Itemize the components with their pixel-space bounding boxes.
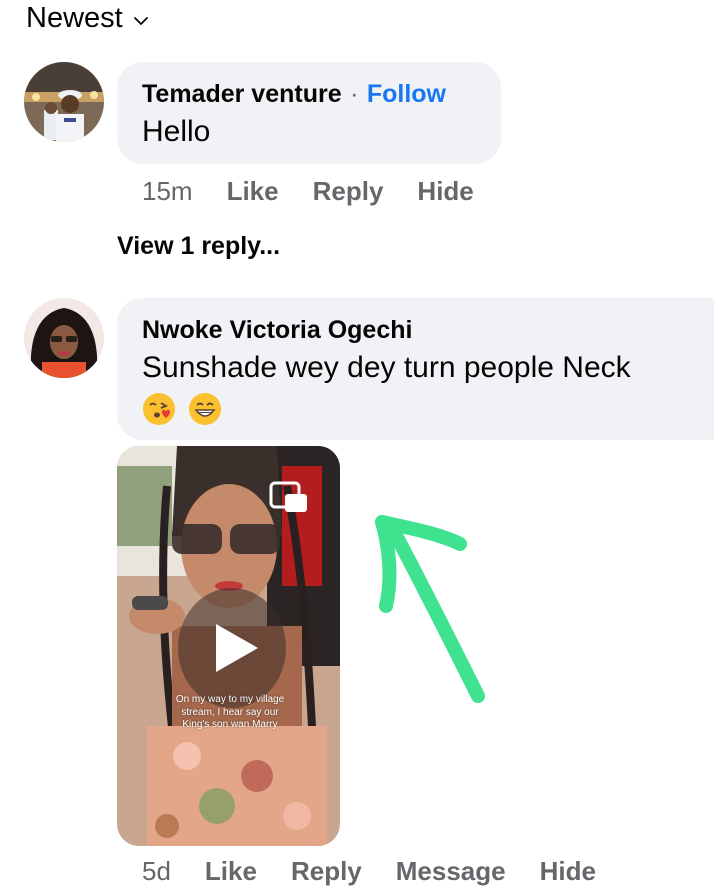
comment-author[interactable]: Temader venture: [142, 80, 342, 108]
follow-button[interactable]: Follow: [367, 80, 446, 108]
like-button[interactable]: Like: [205, 856, 257, 887]
comment-bubble: Nwoke Victoria Ogechi Sunshade wey dey t…: [117, 298, 714, 440]
message-button[interactable]: Message: [396, 856, 506, 887]
comment-bubble: Temader venture · Follow Hello: [117, 62, 501, 164]
avatar[interactable]: [24, 298, 104, 378]
sort-dropdown[interactable]: Newest: [26, 2, 149, 35]
comment-timestamp: 5d: [142, 856, 171, 886]
reply-button[interactable]: Reply: [291, 856, 362, 887]
avatar[interactable]: [24, 62, 104, 142]
comment-text: Sunshade wey dey turn people Neck: [142, 351, 631, 384]
comment-text: Hello: [142, 115, 211, 148]
arrow-icon: [375, 515, 485, 703]
comment-timestamp: 15m: [142, 176, 193, 206]
play-button-icon[interactable]: [178, 588, 286, 708]
hide-button[interactable]: Hide: [417, 176, 473, 207]
separator-dot: ·: [350, 80, 359, 108]
reply-button[interactable]: Reply: [313, 176, 384, 207]
sort-label: Newest: [26, 2, 123, 34]
kissing-face-with-heart-icon: [143, 393, 175, 425]
comment-actions: 5d Like Reply Message Hide: [142, 856, 596, 887]
like-button[interactable]: Like: [227, 176, 279, 207]
hide-button[interactable]: Hide: [540, 856, 596, 887]
video-overlay-text: On my way to my village stream, I hear s…: [175, 694, 285, 730]
picture-in-picture-icon[interactable]: [268, 480, 310, 516]
comment-actions: 15m Like Reply Hide: [142, 176, 474, 207]
comment-author[interactable]: Nwoke Victoria Ogechi: [142, 316, 412, 344]
grinning-face-icon: [189, 393, 222, 425]
chevron-down-icon: [133, 16, 148, 25]
view-replies-link[interactable]: View 1 reply...: [117, 232, 280, 261]
comment-emojis: [142, 392, 230, 426]
